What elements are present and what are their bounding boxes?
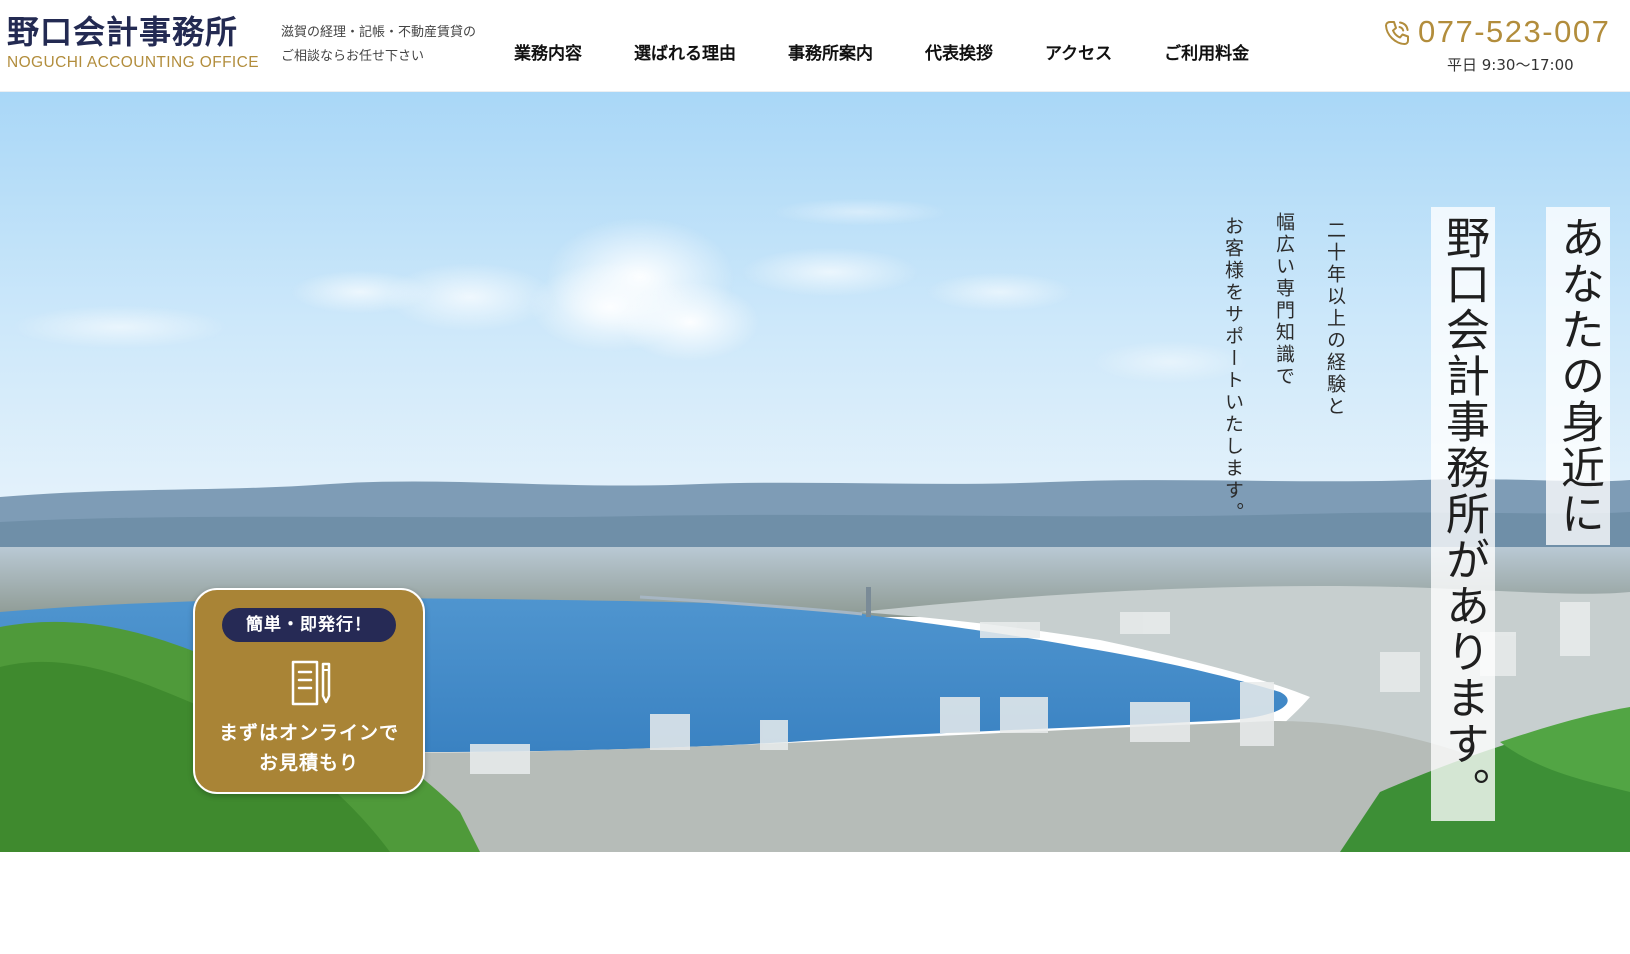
hero-catch-main: 野口会計事務所があります。: [1431, 207, 1495, 821]
phone-contact[interactable]: 077-523-007 平日 9:30〜17:00: [1380, 10, 1630, 80]
tagline: 滋賀の経理・記帳・不動産賃貸の ご相談ならお任せ下さい: [281, 21, 476, 69]
hero-section: 二十年以上の経験と 幅広い専門知識で お客様をサポートいたします。 あなたの身近…: [0, 92, 1630, 852]
estimate-badge: 簡単・即発行！: [222, 608, 396, 642]
hero-sub-line-2: 幅広い専門知識で: [1273, 212, 1295, 388]
hero-sub-line-1: 二十年以上の経験と: [1324, 220, 1346, 418]
nav-pricing[interactable]: ご利用料金: [1164, 39, 1249, 64]
tagline-line1: 滋賀の経理・記帳・不動産賃貸の: [281, 25, 477, 40]
phone-number[interactable]: 077-523-007: [1418, 14, 1610, 50]
main-nav: 業務内容 選ばれる理由 事務所案内 代表挨拶 アクセス ご利用料金: [514, 36, 1249, 66]
nav-greeting[interactable]: 代表挨拶: [925, 39, 993, 64]
online-estimate-button[interactable]: 簡単・即発行！ まずはオンラインで お見積もり: [193, 588, 425, 794]
nav-access[interactable]: アクセス: [1045, 39, 1112, 64]
nav-reasons[interactable]: 選ばれる理由: [634, 39, 736, 64]
site-logo[interactable]: 野口会計事務所 NOGUCHI ACCOUNTING OFFICE: [7, 12, 269, 72]
business-hours: 平日 9:30〜17:00: [1447, 56, 1574, 74]
nav-office[interactable]: 事務所案内: [788, 39, 873, 64]
document-pen-icon: [291, 660, 331, 706]
logo-name: 野口会計事務所: [7, 13, 239, 51]
estimate-label: まずはオンラインで お見積もり: [195, 718, 423, 778]
estimate-line-2: お見積もり: [258, 752, 359, 774]
nav-services[interactable]: 業務内容: [514, 39, 582, 64]
logo-english: NOGUCHI ACCOUNTING OFFICE: [7, 54, 259, 71]
site-header: 野口会計事務所 NOGUCHI ACCOUNTING OFFICE 滋賀の経理・…: [0, 0, 1630, 92]
tagline-line2: ご相談ならお任せ下さい: [281, 49, 425, 64]
estimate-line-1: まずはオンラインで: [218, 722, 399, 744]
phone-icon: [1385, 21, 1409, 45]
hero-sub-line-3: お客様をサポートいたします。: [1222, 216, 1244, 524]
hero-catch-top: あなたの身近に: [1546, 207, 1610, 545]
